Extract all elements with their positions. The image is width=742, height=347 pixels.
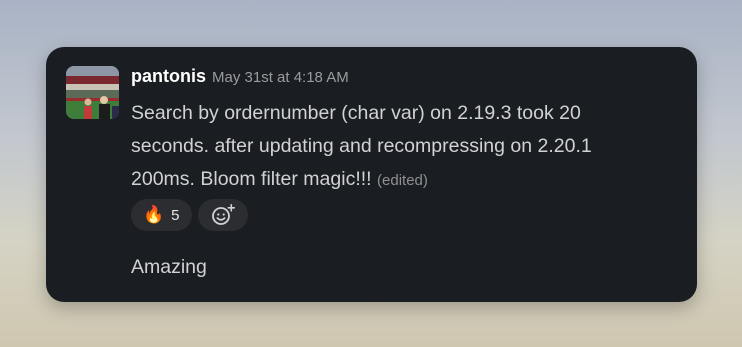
- avatar[interactable]: [66, 66, 119, 119]
- message-line: Search by ordernumber (char var) on 2.19…: [131, 102, 581, 124]
- add-reaction-button[interactable]: [197, 199, 248, 231]
- reaction-fire[interactable]: 🔥 5: [131, 199, 192, 231]
- message-header: pantonis May 31st at 4:18 AM: [131, 66, 349, 87]
- timestamp[interactable]: May 31st at 4:18 AM: [212, 69, 349, 86]
- reply-message: Amazing: [131, 256, 207, 278]
- message-line: seconds. after updating and recompressin…: [131, 135, 592, 157]
- add-emoji-icon: [211, 204, 235, 225]
- message-line: 200ms. Bloom filter magic!!!: [131, 168, 372, 190]
- avatar-photo: [66, 66, 119, 119]
- message-card: pantonis May 31st at 4:18 AM Search by or…: [46, 47, 697, 302]
- reaction-count: 5: [171, 206, 180, 224]
- message-body: Search by ordernumber (char var) on 2.19…: [131, 97, 671, 197]
- fire-icon: 🔥: [143, 205, 165, 224]
- edited-label: (edited): [377, 172, 428, 189]
- username[interactable]: pantonis: [131, 66, 206, 86]
- reactions-bar: 🔥 5: [131, 199, 248, 231]
